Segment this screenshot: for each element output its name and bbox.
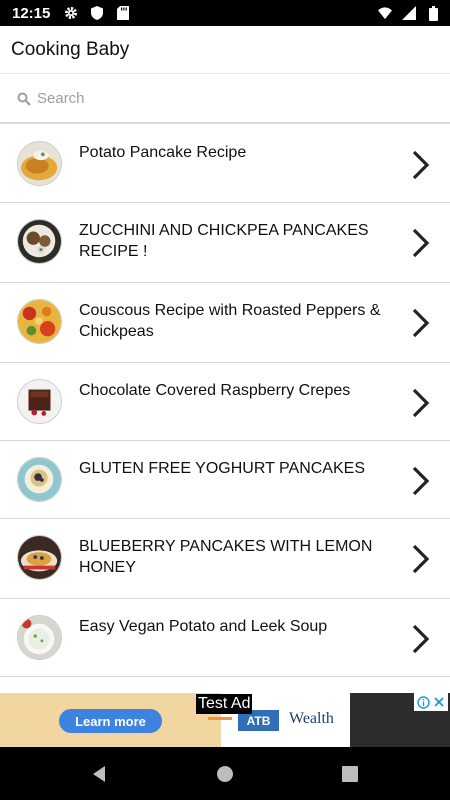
recipe-title: ZUCCHINI AND CHICKPEA PANCAKES RECIPE ! <box>79 222 369 260</box>
shield-icon <box>90 6 104 20</box>
recipe-title: Potato Pancake Recipe <box>79 144 247 161</box>
list-item[interactable]: Couscous Recipe with Roasted Peppers & C… <box>0 283 450 363</box>
list-item[interactable]: ZUCCHINI AND CHICKPEA PANCAKES RECIPE ! <box>0 203 450 283</box>
gear-icon <box>64 6 78 20</box>
chevron-right-icon <box>412 388 430 418</box>
list-item[interactable]: Easy Vegan Potato and Leek Soup <box>0 599 450 677</box>
search-input[interactable] <box>37 90 417 107</box>
navigation-bar <box>0 747 450 800</box>
wifi-icon <box>378 6 392 20</box>
chevron-right-icon <box>412 228 430 258</box>
chevron-right-icon <box>412 544 430 574</box>
recipe-thumbnail <box>17 299 62 344</box>
sd-card-icon <box>116 6 130 20</box>
chevron-right-icon <box>412 308 430 338</box>
recipe-title: Couscous Recipe with Roasted Peppers & C… <box>79 302 381 340</box>
ad-brand-text: Wealth <box>289 710 334 727</box>
recipe-thumbnail <box>17 535 62 580</box>
signal-icon <box>402 6 416 20</box>
recipe-title: Chocolate Covered Raspberry Crepes <box>79 382 351 399</box>
chevron-right-icon <box>412 150 430 180</box>
chevron-right-icon <box>412 624 430 654</box>
ad-banner[interactable]: Learn more ATB Wealth Test Ad <box>0 693 450 747</box>
app-title: Cooking Baby <box>11 38 130 60</box>
list-item[interactable]: BLUEBERRY PANCAKES WITH LEMON HONEY <box>0 519 450 599</box>
recipe-thumbnail <box>17 379 62 424</box>
search-icon <box>17 92 31 106</box>
test-ad-label: Test Ad <box>196 694 253 714</box>
recipe-thumbnail <box>17 615 62 660</box>
recipe-title: Easy Vegan Potato and Leek Soup <box>79 618 328 635</box>
recipe-thumbnail <box>17 141 62 186</box>
status-bar: 12:15 <box>0 0 450 26</box>
info-icon[interactable] <box>417 695 430 709</box>
list-item[interactable]: Chocolate Covered Raspberry Crepes <box>0 363 450 441</box>
home-icon[interactable] <box>215 764 235 784</box>
recipe-title: GLUTEN FREE YOGHURT PANCAKES <box>79 460 365 477</box>
recipe-title: BLUEBERRY PANCAKES WITH LEMON HONEY <box>79 538 373 576</box>
search-bar[interactable] <box>0 75 450 124</box>
learn-more-button[interactable]: Learn more <box>59 709 162 733</box>
close-icon[interactable] <box>433 696 445 708</box>
chevron-right-icon <box>412 466 430 496</box>
list-item[interactable]: Potato Pancake Recipe <box>0 125 450 203</box>
back-icon[interactable] <box>90 764 110 784</box>
list-item[interactable]: GLUTEN FREE YOGHURT PANCAKES <box>0 441 450 519</box>
ad-divider <box>208 717 232 720</box>
battery-icon <box>426 5 440 21</box>
recipe-thumbnail <box>17 219 62 264</box>
app-bar: Cooking Baby <box>0 26 450 74</box>
recents-icon[interactable] <box>340 764 360 784</box>
recipe-list: Potato Pancake Recipe ZUCCHINI AND CHICK… <box>0 125 450 693</box>
status-time: 12:15 <box>12 4 51 22</box>
recipe-thumbnail <box>17 457 62 502</box>
ad-choices[interactable] <box>414 693 448 711</box>
